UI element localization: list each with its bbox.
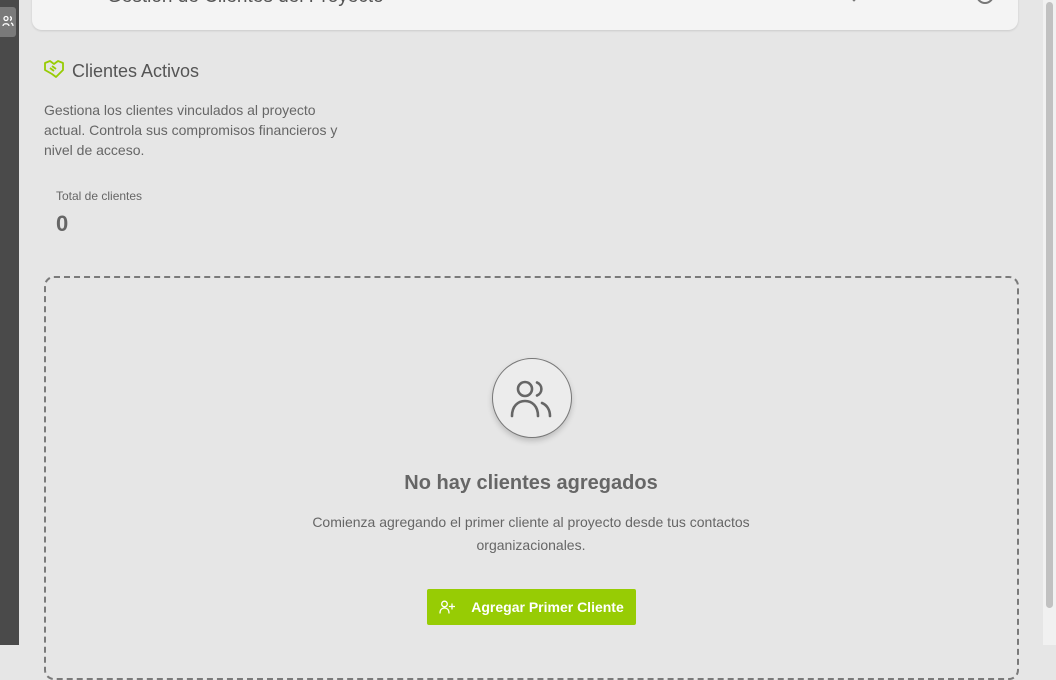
project-clients-header-card: Gestión de Clientes del Proyecto <box>32 0 1018 30</box>
empty-state-icon <box>492 358 572 438</box>
add-first-client-button[interactable]: Agregar Primer Cliente <box>427 589 636 625</box>
handshake-icon <box>74 0 94 9</box>
chevron-down-icon[interactable] <box>848 0 860 2</box>
info-icon[interactable] <box>976 0 994 4</box>
header-title: Gestión de Clientes del Proyecto <box>107 0 384 8</box>
users-icon <box>510 380 552 418</box>
rail-users-button[interactable] <box>0 7 16 37</box>
add-first-client-label: Agregar Primer Cliente <box>471 599 624 615</box>
empty-state-title: No hay clientes agregados <box>404 472 658 494</box>
handshake-icon <box>44 60 64 83</box>
users-icon <box>2 15 14 27</box>
total-clients-label: Total de clientes <box>56 189 143 203</box>
section-title: Clientes Activos <box>72 61 200 81</box>
total-clients-value: 0 <box>56 211 69 236</box>
vertical-scrollbar[interactable] <box>1043 0 1056 645</box>
left-rail <box>0 0 19 645</box>
empty-state-subtitle: Comienza agregando el primer cliente al … <box>312 514 750 553</box>
scrollbar-thumb[interactable] <box>1046 2 1053 608</box>
section-description: Gestiona los clientes vinculados al proy… <box>44 102 338 158</box>
section-header: Clientes Activos <box>44 60 199 83</box>
user-plus-icon <box>439 600 456 614</box>
